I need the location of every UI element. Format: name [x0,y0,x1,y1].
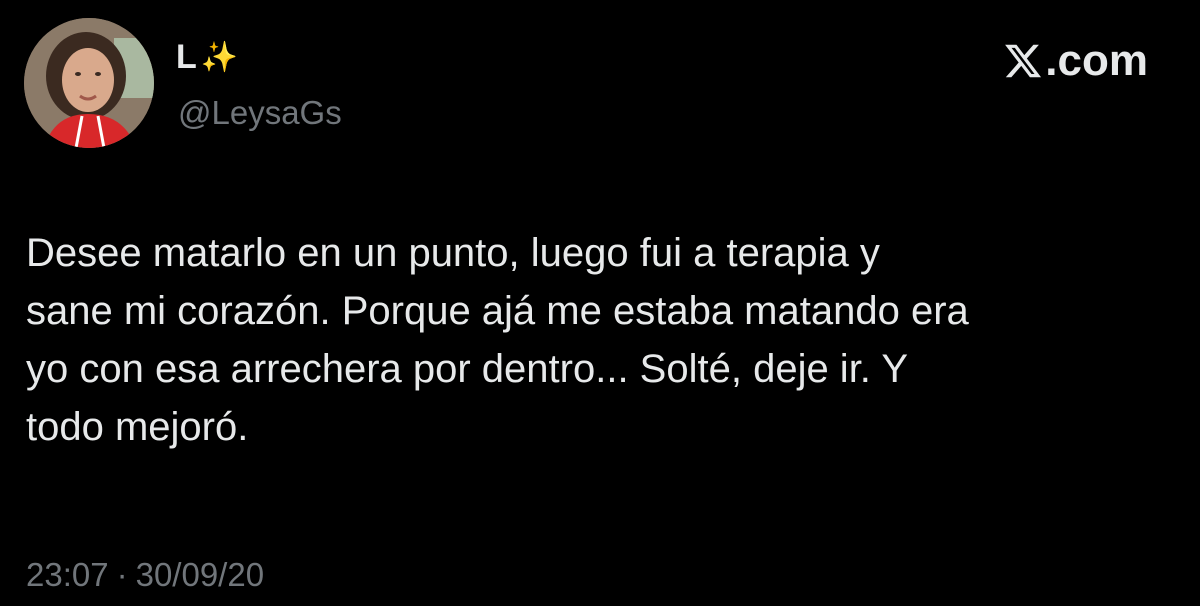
tweet-time: 23:07 [26,556,109,593]
tweet-card: L ✨ @LeysaGs .com Desee matarlo en un pu… [0,0,1200,606]
display-name: L [176,38,197,76]
avatar-photo [24,18,154,148]
brand-label: .com [1045,36,1148,85]
timestamp-separator: · [116,556,128,593]
brand-watermark: .com [1003,36,1148,86]
author-handle[interactable]: @LeysaGs [178,94,342,132]
tweet-date: 30/09/20 [135,556,265,593]
x-logo-icon [1003,41,1043,81]
tweet-text: Desee matarlo en un punto, luego fui a t… [26,231,969,449]
avatar[interactable] [24,18,154,148]
tweet-timestamp[interactable]: 23:07 · 30/09/20 [26,556,264,594]
sparkles-icon: ✨ [200,40,239,74]
author-name[interactable]: L ✨ [176,38,238,77]
